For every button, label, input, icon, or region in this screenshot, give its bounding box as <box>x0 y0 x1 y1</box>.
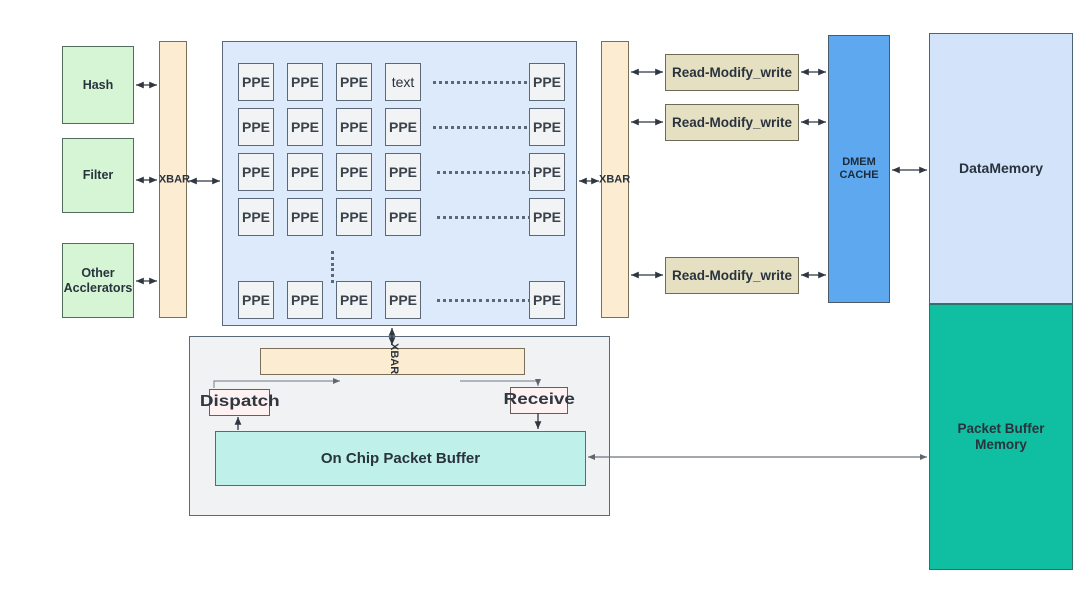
ppe-cell-label: PPE <box>290 119 319 135</box>
on-chip-packet-buffer-block[interactable]: On Chip Packet Buffer <box>215 431 586 486</box>
ppe-cell[interactable]: PPE <box>385 108 421 146</box>
ppe-cell-label: PPE <box>532 209 561 225</box>
ppe-cell[interactable]: PPE <box>287 281 323 319</box>
ppe-cell[interactable]: PPE <box>529 153 565 191</box>
ppe-cell-label: PPE <box>532 74 561 90</box>
accelerator-label-other-line1: Other <box>81 266 115 281</box>
ppe-cell-label: PPE <box>388 209 417 225</box>
data-memory-block[interactable]: DataMemory <box>929 33 1073 304</box>
ppe-cell-label: PPE <box>339 292 368 308</box>
left-xbar[interactable]: XBAR <box>158 41 190 318</box>
ppe-cell-label: PPE <box>290 292 319 308</box>
dmem-cache-block[interactable]: DMEM CACHE <box>828 35 890 303</box>
read-modify-write-block-2[interactable]: Read-Modify_write <box>665 104 799 141</box>
receive-label: Receive <box>503 391 575 409</box>
right-xbar[interactable]: XBAR <box>599 41 631 318</box>
ppe-cell-label: PPE <box>532 292 561 308</box>
read-modify-write-label: Read-Modify_write <box>671 64 793 80</box>
ppe-cell-label: text <box>391 74 415 90</box>
accelerator-label-filter: Filter <box>82 168 114 183</box>
ppe-cell[interactable]: PPE <box>336 63 372 101</box>
ppe-cell[interactable]: PPE <box>385 153 421 191</box>
read-modify-write-label: Read-Modify_write <box>671 114 793 130</box>
ppe-cell-label: PPE <box>290 164 319 180</box>
ppe-cell-label: PPE <box>241 119 270 135</box>
ppe-cell-label: PPE <box>241 209 270 225</box>
row-ellipsis <box>437 170 537 174</box>
accelerator-block-hash[interactable]: Hash <box>62 46 134 124</box>
dmem-cache-label-line1: DMEM <box>842 156 876 169</box>
ppe-cell[interactable]: PPE <box>238 108 274 146</box>
ppe-cell[interactable]: PPE <box>287 198 323 236</box>
ppe-cell[interactable]: PPE <box>238 153 274 191</box>
ppe-cell-label: PPE <box>241 74 270 90</box>
read-modify-write-block-3[interactable]: Read-Modify_write <box>665 257 799 294</box>
ppe-cell[interactable]: PPE <box>336 198 372 236</box>
on-chip-packet-buffer-label: On Chip Packet Buffer <box>320 449 481 467</box>
ppe-cell-label: PPE <box>241 164 270 180</box>
packet-io-panel: XBAR Dispatch Receive On Chip Packet Buf… <box>189 336 610 516</box>
packet-buffer-memory-label-line1: Packet Buffer <box>957 421 1045 437</box>
ppe-cell-text[interactable]: text <box>385 63 421 101</box>
accelerator-label-other-line2: Acclerators <box>63 280 133 295</box>
ppe-cell-label: PPE <box>339 164 368 180</box>
ppe-cell[interactable]: PPE <box>529 108 565 146</box>
accelerator-block-filter[interactable]: Filter <box>62 138 134 213</box>
ppe-cell-label: PPE <box>532 119 561 135</box>
ppe-cell[interactable]: PPE <box>385 198 421 236</box>
left-xbar-label: XBAR <box>158 173 190 186</box>
ppe-cell[interactable]: PPE <box>238 198 274 236</box>
dispatch-label: Dispatch <box>199 393 280 411</box>
dispatch-block[interactable]: Dispatch <box>200 389 279 416</box>
dmem-cache-label-line2: CACHE <box>839 169 879 181</box>
row-ellipsis <box>433 125 533 129</box>
row-ellipsis <box>437 298 537 302</box>
diagram-canvas: Hash Filter Other Acclerators XBAR PPE P… <box>0 0 1080 605</box>
ppe-cell-label: PPE <box>290 74 319 90</box>
ppe-cell-label: PPE <box>339 209 368 225</box>
ppe-cell[interactable]: PPE <box>336 281 372 319</box>
ppe-cell-label: PPE <box>241 292 270 308</box>
ppe-cell-label: PPE <box>339 74 368 90</box>
ppe-cell-label: PPE <box>388 164 417 180</box>
ppe-cell[interactable]: PPE <box>287 108 323 146</box>
ppe-cell[interactable]: PPE <box>385 281 421 319</box>
ppe-cell[interactable]: PPE <box>336 108 372 146</box>
ppe-cell-label: PPE <box>388 119 417 135</box>
read-modify-write-block-1[interactable]: Read-Modify_write <box>665 54 799 91</box>
packet-buffer-memory-label-line2: Memory <box>975 437 1027 452</box>
receive-block[interactable]: Receive <box>503 387 575 414</box>
column-ellipsis <box>330 251 334 283</box>
ppe-cell[interactable]: PPE <box>287 153 323 191</box>
ppe-cell-label: PPE <box>339 119 368 135</box>
ppe-cell[interactable]: PPE <box>336 153 372 191</box>
ppe-cell-label: PPE <box>388 292 417 308</box>
packet-buffer-memory-block[interactable]: Packet Buffer Memory <box>929 304 1073 570</box>
ppe-array-container: PPE PPE PPE text PPE PPE PPE PPE PPE PPE… <box>222 41 577 326</box>
ppe-cell[interactable]: PPE <box>238 63 274 101</box>
ppe-cell[interactable]: PPE <box>238 281 274 319</box>
ppe-cell[interactable]: PPE <box>529 198 565 236</box>
read-modify-write-label: Read-Modify_write <box>671 267 793 283</box>
ppe-cell[interactable]: PPE <box>529 63 565 101</box>
ppe-cell[interactable]: PPE <box>529 281 565 319</box>
row-ellipsis <box>433 80 533 84</box>
accelerator-label-hash: Hash <box>82 77 114 92</box>
row-ellipsis <box>437 215 537 219</box>
right-xbar-label: XBAR <box>599 173 631 186</box>
ppe-cell[interactable]: PPE <box>287 63 323 101</box>
bottom-xbar-label: XBAR <box>388 343 400 375</box>
ppe-cell-label: PPE <box>290 209 319 225</box>
data-memory-label: DataMemory <box>958 160 1044 177</box>
ppe-cell-label: PPE <box>532 164 561 180</box>
accelerator-block-other-accelerators[interactable]: Other Acclerators <box>62 243 134 318</box>
